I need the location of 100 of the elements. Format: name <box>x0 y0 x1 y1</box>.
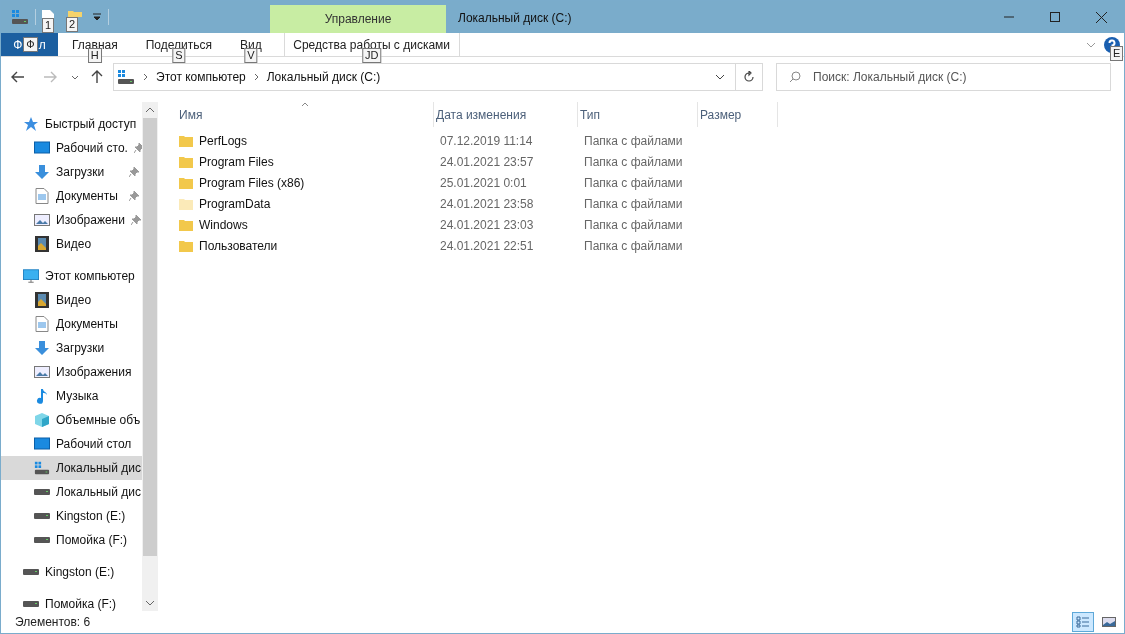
drive-icon <box>34 512 50 520</box>
address-bar[interactable]: Этот компьютер Локальный диск (C:) <box>113 63 763 91</box>
keytip-tooltip: 1 <box>42 18 55 33</box>
refresh-icon <box>743 71 755 83</box>
back-arrow-icon[interactable] <box>11 71 25 83</box>
keytip-tooltip: H <box>87 48 102 63</box>
nav-item[interactable]: Видео <box>1 232 142 256</box>
chevron-right-icon[interactable] <box>253 73 259 81</box>
nav-label: Локальный дис <box>56 484 141 501</box>
chevron-down-icon[interactable] <box>715 74 725 80</box>
file-name[interactable]: Program Files <box>199 152 274 171</box>
context-tab-header: Управление <box>270 5 446 33</box>
document-icon <box>35 316 49 332</box>
keytip-tooltip: Ф <box>23 37 38 52</box>
document-icon <box>35 188 49 204</box>
nav-label: Видео <box>56 236 92 253</box>
system-drive-icon <box>11 9 29 25</box>
scrollbar[interactable] <box>142 102 158 611</box>
picture-icon <box>34 365 50 379</box>
up-arrow-icon[interactable] <box>91 70 103 84</box>
date-cell-text: 24.01.2021 23:57 <box>439 153 535 171</box>
breadcrumb[interactable]: Этот компьютер <box>156 68 246 86</box>
star-icon <box>23 116 39 132</box>
nav-label: Объемные объ <box>56 412 141 429</box>
breadcrumb[interactable]: Локальный диск (C:) <box>266 68 381 86</box>
file-name[interactable]: PerfLogs <box>199 131 248 150</box>
nav-label: Рабочий стол <box>56 436 132 453</box>
file-tab[interactable]: Ф Ф л <box>1 33 58 56</box>
nav-item[interactable]: Помойка (F:) <box>1 528 142 552</box>
keytip-tooltip: S <box>172 48 186 63</box>
nav-item[interactable]: Загрузки <box>1 336 142 360</box>
column-header[interactable]: Тип <box>578 102 698 127</box>
computer-icon <box>23 268 39 284</box>
keytip-tooltip: JD <box>361 48 382 63</box>
nav-label: Локальный дис <box>56 460 141 477</box>
type-cell-text: Папка с файлами <box>583 216 684 234</box>
column-header[interactable]: Размер <box>698 102 778 127</box>
nav-item[interactable]: Рабочий сто. <box>1 136 142 160</box>
nav-item[interactable]: Локальный дис <box>1 480 142 504</box>
details-view-button[interactable] <box>1072 612 1094 632</box>
cube-icon <box>34 412 50 428</box>
tab-label: Ф <box>13 36 23 54</box>
column-header[interactable]: Дата изменения <box>434 102 578 127</box>
type-cell-text: Папка с файлами <box>583 153 684 171</box>
nav-item[interactable]: Локальный дис <box>1 456 142 480</box>
file-name[interactable]: Пользователи <box>199 236 278 255</box>
nav-item[interactable]: Быстрый доступ <box>1 112 142 136</box>
nav-label: Документы <box>56 316 118 333</box>
nav-label: Изображени <box>56 212 125 229</box>
close-icon <box>1095 11 1107 23</box>
film-icon <box>35 236 49 252</box>
type-cell-text: Папка с файлами <box>583 174 684 192</box>
type-cell-text: Папка с файлами <box>583 195 684 213</box>
system-drive-icon <box>34 460 50 476</box>
search-field[interactable]: Поиск: Локальный диск (C:) <box>776 63 1111 91</box>
item-count: Элементов: 6 <box>15 614 91 631</box>
nav-item[interactable]: Изображения <box>1 360 142 384</box>
nav-item[interactable]: Документы <box>1 184 142 208</box>
type-cell-text: Папка с файлами <box>583 132 684 150</box>
tab-label: л <box>38 36 46 54</box>
film-icon <box>35 292 49 308</box>
nav-label: Рабочий сто. <box>56 140 128 157</box>
nav-item[interactable]: Kingston (E:) <box>1 504 142 528</box>
down-arrow-icon <box>34 164 50 180</box>
nav-item[interactable]: Объемные объ <box>1 408 142 432</box>
nav-label: Изображения <box>56 364 132 381</box>
down-arrow-icon <box>34 340 50 356</box>
file-name[interactable]: Windows <box>199 215 248 234</box>
drive-icon <box>23 600 39 608</box>
nav-item[interactable]: Рабочий стол <box>1 432 142 456</box>
drive-icon <box>34 536 50 544</box>
chevron-down-icon[interactable] <box>71 74 79 80</box>
file-name[interactable]: Program Files (x86) <box>199 173 305 192</box>
nav-item[interactable]: Kingston (E:) <box>1 560 142 584</box>
search-icon <box>789 71 801 83</box>
type-cell-text: Папка с файлами <box>583 237 684 255</box>
file-name[interactable]: ProgramData <box>199 194 271 213</box>
nav-item[interactable]: Помойка (F:) <box>1 592 142 611</box>
maximize-icon <box>1050 12 1060 22</box>
search-placeholder: Поиск: Локальный диск (C:) <box>813 69 967 86</box>
nav-item[interactable]: Изображени <box>1 208 142 232</box>
date-cell-text: 24.01.2021 23:58 <box>439 195 535 213</box>
picture-icon <box>1102 616 1116 628</box>
nav-label: Быстрый доступ <box>45 116 137 133</box>
music-note-icon <box>36 388 48 404</box>
monitor-icon <box>34 141 50 155</box>
window-title: Локальный диск (C:) <box>458 10 572 27</box>
nav-item[interactable]: Загрузки <box>1 160 142 184</box>
monitor-icon <box>34 437 50 451</box>
nav-item[interactable]: Видео <box>1 288 142 312</box>
nav-label: Музыка <box>56 388 99 405</box>
nav-label: Документы <box>56 188 118 205</box>
dropdown-icon[interactable] <box>92 12 102 22</box>
chevron-right-icon[interactable] <box>143 73 148 81</box>
drive-icon <box>23 568 39 576</box>
column-header[interactable]: Имя <box>177 102 434 127</box>
nav-item[interactable]: Документы <box>1 312 142 336</box>
picture-icon <box>34 213 50 227</box>
nav-item[interactable]: Этот компьютер <box>1 264 142 288</box>
nav-item[interactable]: Музыка <box>1 384 142 408</box>
